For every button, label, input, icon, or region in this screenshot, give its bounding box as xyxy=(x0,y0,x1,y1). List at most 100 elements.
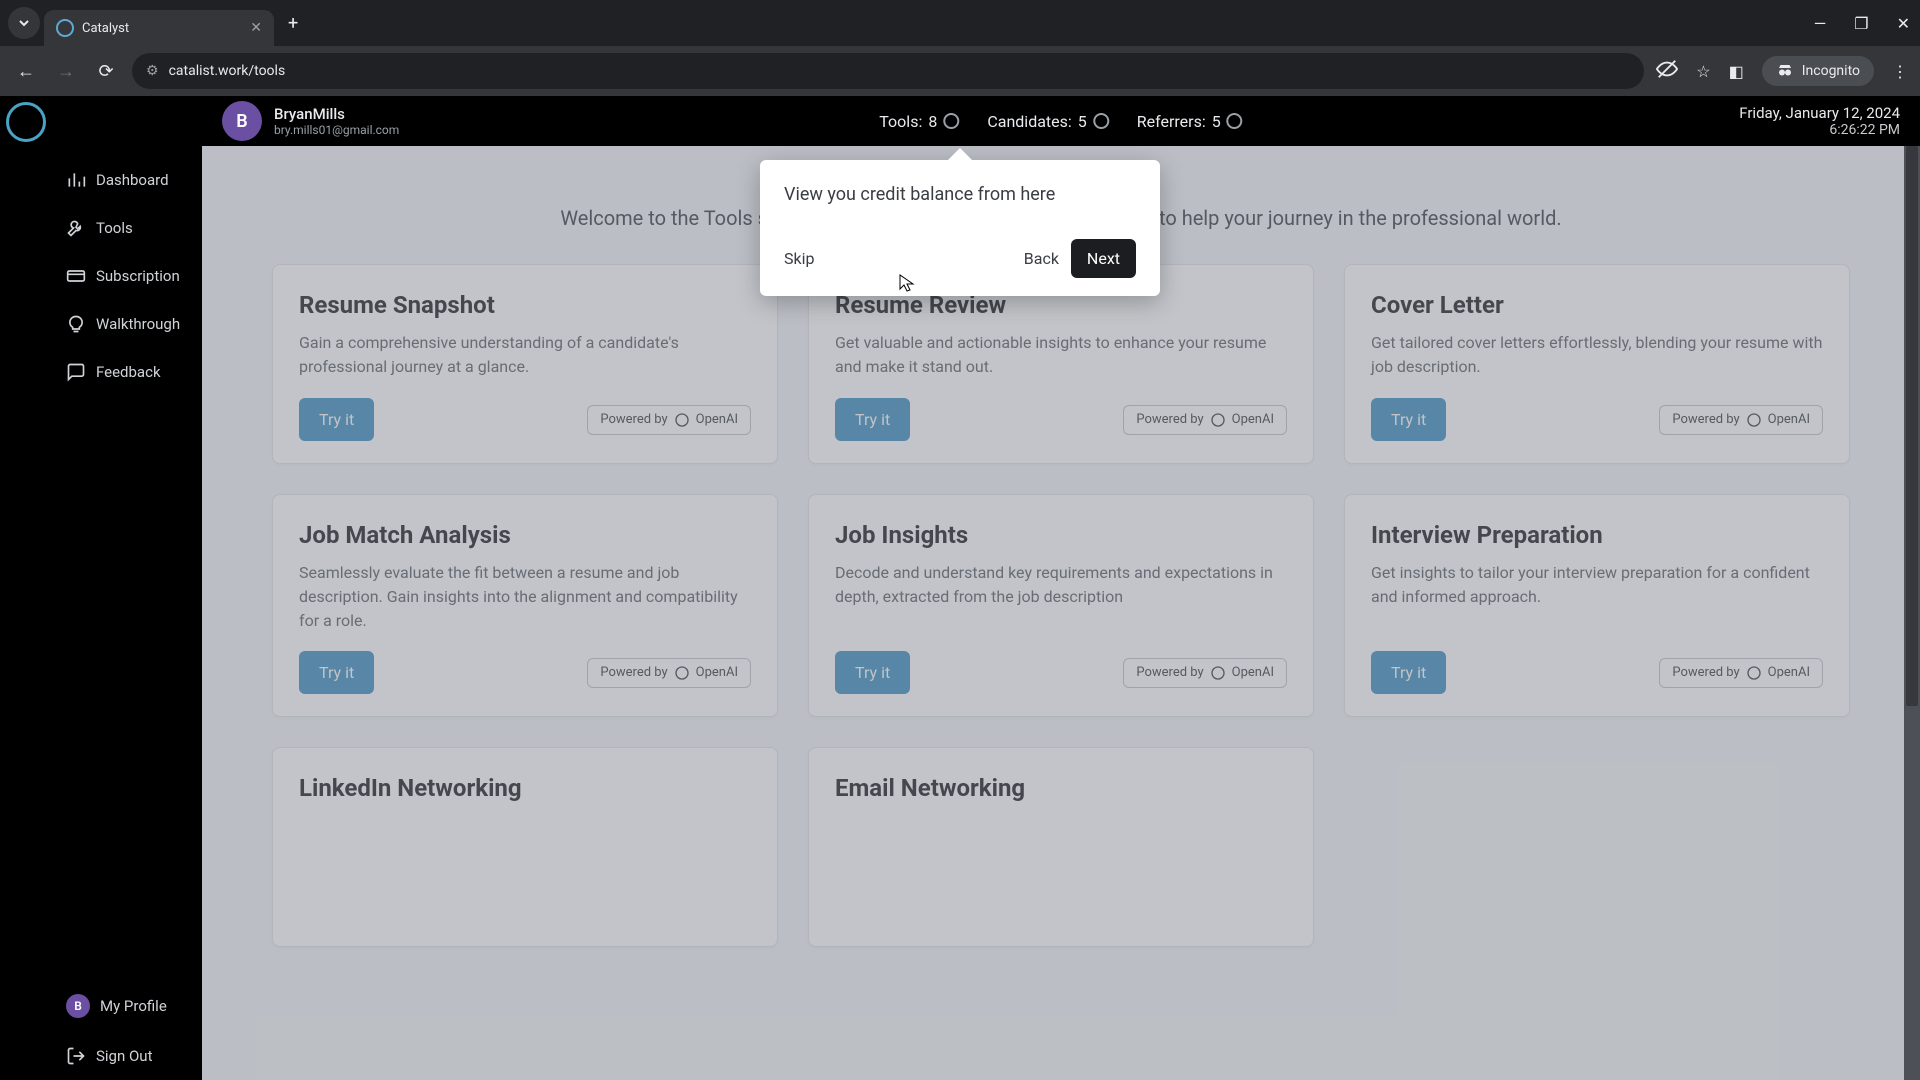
coin-icon xyxy=(943,113,959,129)
browser-toolbar: ← → ⟳ ⚙ catalist.work/tools ☆ ◧ Incognit… xyxy=(0,46,1920,96)
time-text: 6:26:22 PM xyxy=(1739,122,1900,138)
sidebar-item-label: Dashboard xyxy=(96,171,169,189)
back-button[interactable]: ← xyxy=(12,61,40,82)
sidebar-item-label: Sign Out xyxy=(96,1047,152,1065)
card-title: Job Match Analysis xyxy=(299,521,751,549)
credit-stats: Tools: 8 Candidates: 5 Referrers: 5 xyxy=(879,112,1242,131)
stat-label: Tools: xyxy=(879,112,922,131)
site-favicon-icon xyxy=(56,19,74,37)
card-title: Email Networking xyxy=(835,774,1287,802)
message-icon xyxy=(66,362,86,382)
try-it-button[interactable]: Try it xyxy=(299,651,374,694)
openai-icon xyxy=(674,412,690,428)
try-it-button[interactable]: Try it xyxy=(1371,398,1446,441)
stat-tools: Tools: 8 xyxy=(879,112,959,131)
wrench-icon xyxy=(66,218,86,238)
sidebar-item-label: Feedback xyxy=(96,363,161,381)
stat-label: Candidates: xyxy=(987,112,1071,131)
stat-value: 8 xyxy=(928,112,937,131)
card-title: Cover Letter xyxy=(1371,291,1823,319)
card-job-match-analysis: Job Match Analysis Seamlessly evaluate t… xyxy=(272,494,778,717)
try-it-button[interactable]: Try it xyxy=(1371,651,1446,694)
tooltip-next-button[interactable]: Next xyxy=(1071,239,1136,278)
chevron-down-icon xyxy=(18,17,30,29)
tab-title: Catalyst xyxy=(82,21,242,36)
card-linkedin-networking: LinkedIn Networking xyxy=(272,747,778,947)
maximize-icon[interactable]: ❐ xyxy=(1854,14,1868,33)
card-desc xyxy=(835,814,1287,924)
avatar: B xyxy=(222,101,262,141)
card-cover-letter: Cover Letter Get tailored cover letters … xyxy=(1344,264,1850,464)
address-bar[interactable]: ⚙ catalist.work/tools xyxy=(132,53,1644,89)
coin-icon xyxy=(1227,113,1243,129)
openai-icon xyxy=(1210,665,1226,681)
new-tab-button[interactable]: + xyxy=(288,13,298,34)
card-desc: Get tailored cover letters effortlessly,… xyxy=(1371,331,1823,380)
tooltip-skip-button[interactable]: Skip xyxy=(784,249,814,268)
sidebar-item-tools[interactable]: Tools xyxy=(52,204,202,252)
powered-by-badge: Powered by OpenAI xyxy=(1659,658,1823,688)
tracking-off-icon[interactable] xyxy=(1656,58,1678,84)
left-rail xyxy=(0,96,52,1080)
sidebar-item-label: Tools xyxy=(96,219,133,237)
openai-icon xyxy=(1746,412,1762,428)
close-window-icon[interactable]: ✕ xyxy=(1897,14,1910,33)
card-desc: Gain a comprehensive understanding of a … xyxy=(299,331,751,380)
forward-button[interactable]: → xyxy=(52,61,80,82)
sidebar-item-label: Subscription xyxy=(96,267,180,285)
sidebar-item-walkthrough[interactable]: Walkthrough xyxy=(52,300,202,348)
incognito-icon xyxy=(1776,62,1794,80)
sidebar: Dashboard Tools Subscription Walkthrough… xyxy=(52,96,202,1080)
browser-titlebar: Catalyst ✕ + — ❐ ✕ xyxy=(0,0,1920,46)
close-tab-icon[interactable]: ✕ xyxy=(250,20,262,36)
tooltip-back-button[interactable]: Back xyxy=(1024,249,1059,268)
powered-by-badge: Powered by OpenAI xyxy=(587,658,751,688)
try-it-button[interactable]: Try it xyxy=(299,398,374,441)
openai-icon xyxy=(1746,665,1762,681)
incognito-indicator[interactable]: Incognito xyxy=(1762,56,1874,86)
try-it-button[interactable]: Try it xyxy=(835,651,910,694)
sidebar-item-dashboard[interactable]: Dashboard xyxy=(52,156,202,204)
bookmark-icon[interactable]: ☆ xyxy=(1696,62,1710,81)
tab-search-dropdown[interactable] xyxy=(8,7,40,39)
sidebar-item-subscription[interactable]: Subscription xyxy=(52,252,202,300)
sidebar-item-signout[interactable]: Sign Out xyxy=(52,1032,202,1080)
sidebar-item-label: My Profile xyxy=(100,997,167,1015)
card-job-insights: Job Insights Decode and understand key r… xyxy=(808,494,1314,717)
card-title: Interview Preparation xyxy=(1371,521,1823,549)
browser-tab[interactable]: Catalyst ✕ xyxy=(44,10,274,46)
card-title: LinkedIn Networking xyxy=(299,774,751,802)
user-block[interactable]: B BryanMills bry.mills01@gmail.com xyxy=(222,101,399,141)
user-name: BryanMills xyxy=(274,105,399,123)
card-icon xyxy=(66,266,86,286)
app-logo-icon[interactable] xyxy=(6,102,46,142)
powered-by-badge: Powered by OpenAI xyxy=(1659,405,1823,435)
site-settings-icon[interactable]: ⚙ xyxy=(146,63,159,79)
mouse-cursor-icon xyxy=(898,273,918,293)
try-it-button[interactable]: Try it xyxy=(835,398,910,441)
reload-button[interactable]: ⟳ xyxy=(92,61,120,82)
scrollbar-thumb[interactable] xyxy=(1906,146,1918,706)
url-text: catalist.work/tools xyxy=(169,63,286,79)
minimize-icon[interactable]: — xyxy=(1814,14,1827,33)
signout-icon xyxy=(66,1046,86,1066)
scrollbar-track[interactable] xyxy=(1904,146,1920,1080)
powered-by-badge: Powered by OpenAI xyxy=(587,405,751,435)
card-resume-snapshot: Resume Snapshot Gain a comprehensive und… xyxy=(272,264,778,464)
side-panel-icon[interactable]: ◧ xyxy=(1729,62,1744,81)
card-desc: Get insights to tailor your interview pr… xyxy=(1371,561,1823,633)
sidebar-item-label: Walkthrough xyxy=(96,315,180,333)
browser-menu-icon[interactable]: ⋮ xyxy=(1892,62,1908,81)
card-desc: Decode and understand key requirements a… xyxy=(835,561,1287,633)
stat-value: 5 xyxy=(1212,112,1221,131)
card-title: Job Insights xyxy=(835,521,1287,549)
card-email-networking: Email Networking xyxy=(808,747,1314,947)
stat-candidates: Candidates: 5 xyxy=(987,112,1108,131)
sidebar-item-feedback[interactable]: Feedback xyxy=(52,348,202,396)
tool-cards-grid: Resume Snapshot Gain a comprehensive und… xyxy=(272,264,1850,947)
card-title: Resume Snapshot xyxy=(299,291,751,319)
powered-by-badge: Powered by OpenAI xyxy=(1123,405,1287,435)
user-email: bry.mills01@gmail.com xyxy=(274,123,399,137)
sidebar-item-profile[interactable]: B My Profile xyxy=(52,980,202,1032)
avatar-small: B xyxy=(66,994,90,1018)
